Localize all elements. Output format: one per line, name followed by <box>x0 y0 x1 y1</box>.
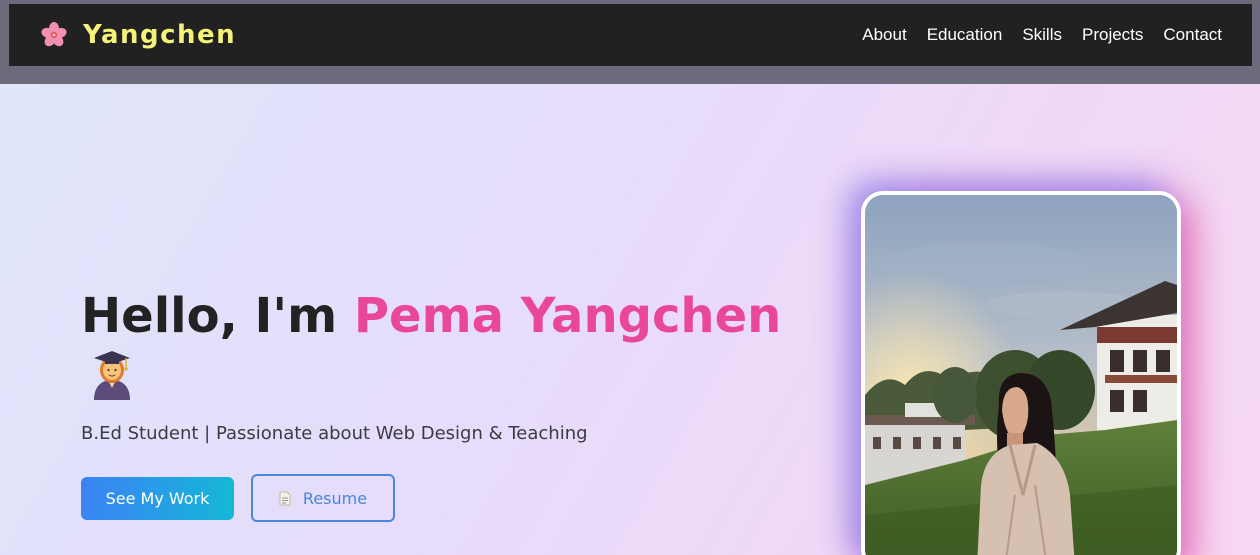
see-my-work-button[interactable]: See My Work <box>81 477 234 520</box>
logo[interactable]: Yangchen <box>41 4 236 66</box>
nav-link-education[interactable]: Education <box>927 25 1003 45</box>
hero-heading: Hello, I'm Pema Yangchen <box>81 286 781 346</box>
hero-section: Hello, I'm Pema Yangchen B.Ed Student | … <box>0 84 1260 555</box>
nav-link-contact[interactable]: Contact <box>1163 25 1222 45</box>
profile-photo <box>861 191 1181 555</box>
student-emoji-icon <box>90 348 134 400</box>
hero-tagline: B.Ed Student | Passionate about Web Desi… <box>81 423 588 444</box>
cherry-blossom-icon <box>41 22 67 48</box>
nav-link-about[interactable]: About <box>862 25 906 45</box>
hero-greeting: Hello, I'm <box>81 288 354 344</box>
document-icon <box>279 491 291 506</box>
page: Yangchen About Education Skills Projects… <box>0 0 1260 555</box>
hero-name: Pema Yangchen <box>353 288 782 344</box>
navbar: Yangchen About Education Skills Projects… <box>9 4 1252 66</box>
resume-button[interactable]: Resume <box>251 474 395 522</box>
nav-link-skills[interactable]: Skills <box>1022 25 1062 45</box>
nav-link-projects[interactable]: Projects <box>1082 25 1143 45</box>
nav-links: About Education Skills Projects Contact <box>842 4 1222 66</box>
resume-label: Resume <box>302 488 368 508</box>
logo-text: Yangchen <box>83 20 237 50</box>
see-my-work-label: See My Work <box>105 489 210 508</box>
